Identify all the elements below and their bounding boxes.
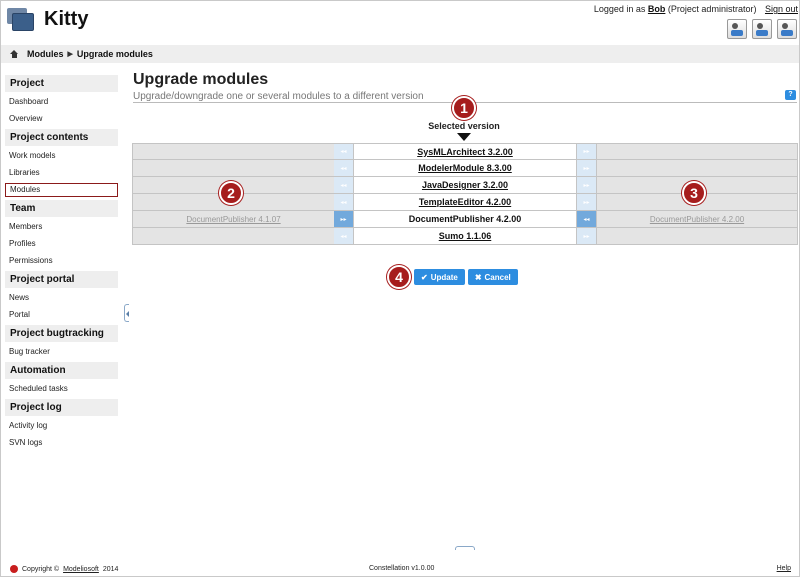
arrow-down-icon	[457, 133, 471, 141]
upgrade-arrow-button[interactable]: ▸▸	[577, 144, 596, 159]
update-button-label: Update	[430, 272, 458, 282]
sidebar-section-team: Team	[5, 200, 118, 217]
selected-version-label: Selected version	[428, 121, 500, 131]
upgrade-arrow-button[interactable]: ▸▸	[577, 194, 596, 210]
app-title: Kitty	[44, 8, 89, 30]
older-version-cell	[132, 144, 334, 159]
workstation-icon[interactable]	[777, 19, 797, 39]
newer-version-cell: DocumentPublisher 4.2.00	[596, 211, 798, 227]
downgrade-arrow-button[interactable]: ◂◂	[334, 160, 353, 176]
sidebar-collapse-handle[interactable]	[124, 304, 129, 322]
selected-version-text: DocumentPublisher 4.2.00	[353, 211, 577, 227]
annotation-badge-1: 1	[452, 96, 476, 120]
downgrade-arrow-button[interactable]: ◂◂	[334, 177, 353, 193]
page-subtitle: Upgrade/downgrade one or several modules…	[133, 91, 424, 102]
selected-version-link[interactable]: ModelerModule 8.3.00	[353, 160, 577, 176]
sidebar-section-project-portal: Project portal	[5, 271, 118, 288]
login-info: Logged in as Bob (Project administrator)…	[594, 4, 798, 14]
top-toolbar	[727, 19, 797, 39]
sidebar-item-svn-logs[interactable]: SVN logs	[5, 436, 118, 450]
footer: Copyright © Modeliosoft 2014 Constellati…	[1, 563, 799, 576]
selected-version-link[interactable]: JavaDesigner 3.2.00	[353, 177, 577, 193]
sidebar-section-project-contents: Project contents	[5, 129, 118, 146]
sidebar-item-portal[interactable]: Portal	[5, 308, 118, 322]
older-version-cell	[132, 228, 334, 244]
older-version-link[interactable]: DocumentPublisher 4.1.07	[186, 215, 280, 224]
newer-version-cell	[596, 160, 798, 176]
selected-version-link[interactable]: Sumo 1.1.06	[353, 228, 577, 244]
downgrade-arrow-button[interactable]: ◂◂	[334, 228, 353, 244]
sidebar-item-modules[interactable]: Modules	[5, 183, 118, 197]
newer-version-cell	[596, 144, 798, 159]
sidebar-section-project: Project	[5, 75, 118, 92]
update-button[interactable]: ✔ Update	[414, 269, 465, 285]
copyright-prefix: Copyright ©	[22, 565, 60, 573]
breadcrumb-item-modules[interactable]: Modules	[27, 49, 64, 59]
older-version-cell: DocumentPublisher 4.1.07	[132, 211, 334, 227]
project-logo-icon	[7, 6, 35, 32]
upgrade-arrow-button[interactable]: ▸▸	[577, 160, 596, 176]
sidebar-item-dashboard[interactable]: Dashboard	[5, 95, 118, 109]
annotation-badge-2: 2	[219, 181, 243, 205]
modeliosoft-logo-icon	[10, 565, 18, 573]
product-version: Constellation v1.0.00	[369, 565, 435, 572]
sidebar-item-permissions[interactable]: Permissions	[5, 254, 118, 268]
sidebar-item-scheduled-tasks[interactable]: Scheduled tasks	[5, 382, 118, 396]
cancel-button[interactable]: ✖ Cancel	[467, 269, 518, 285]
upgrade-arrow-button[interactable]: ◂◂	[577, 211, 596, 227]
sidebar-item-overview[interactable]: Overview	[5, 112, 118, 126]
sidebar-item-profiles[interactable]: Profiles	[5, 237, 118, 251]
chevron-right-icon: ▶	[67, 51, 73, 58]
sidebar-item-libraries[interactable]: Libraries	[5, 166, 118, 180]
table-row: ◂◂ SysMLArchitect 3.2.00 ▸▸	[132, 143, 798, 160]
table-row: DocumentPublisher 4.1.07 ▸▸ DocumentPubl…	[132, 211, 798, 228]
cancel-button-label: Cancel	[484, 272, 511, 282]
bottom-panel-handle[interactable]	[455, 546, 475, 550]
breadcrumb-item-upgrade: Upgrade modules	[76, 49, 153, 59]
older-version-cell	[132, 160, 334, 176]
sidebar: Project Dashboard Overview Project conte…	[5, 75, 118, 453]
modeliosoft-link[interactable]: Modeliosoft	[63, 566, 99, 573]
sidebar-item-news[interactable]: News	[5, 291, 118, 305]
downgrade-arrow-button[interactable]: ▸▸	[334, 211, 353, 227]
help-link[interactable]: Help	[777, 565, 791, 572]
copyright: Copyright © Modeliosoft 2014	[10, 565, 118, 573]
copyright-year: 2014	[102, 565, 119, 573]
sidebar-section-automation: Automation	[5, 362, 118, 379]
admin-icon[interactable]	[727, 19, 747, 39]
user-role: (Project administrator)	[667, 4, 757, 14]
close-icon: ✖	[474, 272, 482, 282]
home-icon[interactable]	[10, 49, 19, 59]
downgrade-arrow-button[interactable]: ◂◂	[334, 194, 353, 210]
page-title: Upgrade modules	[133, 71, 269, 88]
sign-out-link[interactable]: Sign out	[765, 4, 798, 14]
sidebar-item-bug-tracker[interactable]: Bug tracker	[5, 345, 118, 359]
table-row: ◂◂ Sumo 1.1.06 ▸▸	[132, 228, 798, 245]
help-icon[interactable]: ?	[785, 90, 796, 100]
selected-version-link[interactable]: TemplateEditor 4.2.00	[353, 194, 577, 210]
annotation-badge-3: 3	[682, 181, 706, 205]
annotation-badge-4: 4	[387, 265, 411, 289]
users-icon[interactable]	[752, 19, 772, 39]
newer-version-link[interactable]: DocumentPublisher 4.2.00	[650, 215, 744, 224]
logged-in-prefix: Logged in as	[593, 4, 646, 14]
action-buttons: ✔ Update ✖ Cancel	[414, 269, 518, 285]
newer-version-cell	[596, 228, 798, 244]
sidebar-item-work-models[interactable]: Work models	[5, 149, 118, 163]
check-icon: ✔	[421, 272, 428, 282]
table-row: ◂◂ ModelerModule 8.3.00 ▸▸	[132, 160, 798, 177]
sidebar-item-activity-log[interactable]: Activity log	[5, 419, 118, 433]
upgrade-arrow-button[interactable]: ▸▸	[577, 228, 596, 244]
downgrade-arrow-button[interactable]: ◂◂	[334, 144, 353, 159]
sidebar-section-bugtracking: Project bugtracking	[5, 325, 118, 342]
sidebar-section-project-log: Project log	[5, 399, 118, 416]
user-link[interactable]: Bob	[648, 4, 666, 14]
breadcrumb: Modules ▶ Upgrade modules	[1, 45, 799, 63]
selected-version-link[interactable]: SysMLArchitect 3.2.00	[353, 144, 577, 159]
sidebar-item-members[interactable]: Members	[5, 220, 118, 234]
upgrade-arrow-button[interactable]: ▸▸	[577, 177, 596, 193]
